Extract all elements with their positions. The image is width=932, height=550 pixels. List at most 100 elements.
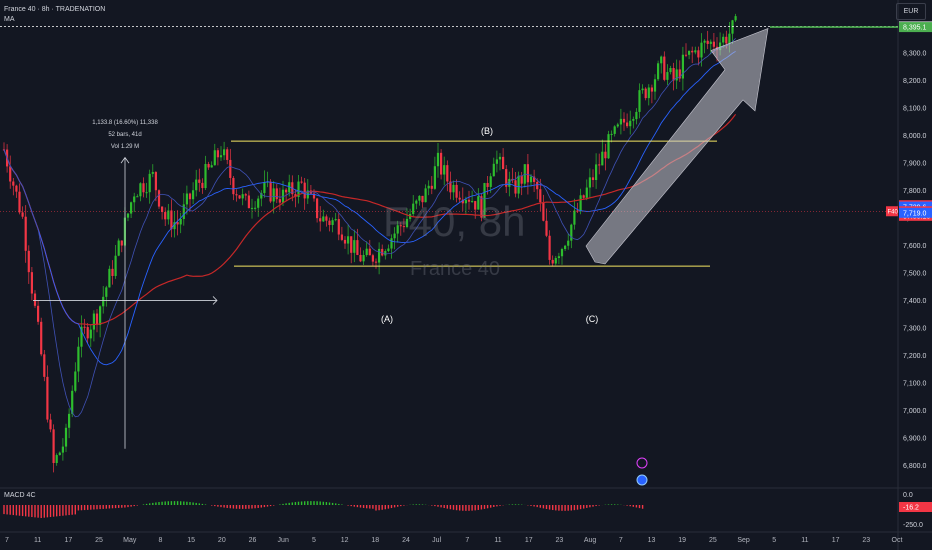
x-tick-label: 17 <box>525 537 533 544</box>
candle <box>201 178 204 194</box>
currency-button[interactable]: EUR <box>896 3 926 20</box>
candle <box>691 46 694 64</box>
candle-body <box>130 202 133 214</box>
candle-body <box>548 235 551 260</box>
candle <box>322 209 325 223</box>
candle-body <box>446 165 449 182</box>
candle-body <box>560 249 564 257</box>
candle <box>551 255 554 267</box>
candle-body <box>139 183 142 197</box>
candle-body <box>629 120 632 127</box>
candle-body <box>573 210 576 225</box>
candle <box>49 413 52 433</box>
candle <box>99 305 102 338</box>
candle-body <box>706 40 709 44</box>
earnings-event-icon <box>636 474 648 486</box>
y-tick-label: 7,200.0 <box>903 353 926 360</box>
candle <box>319 206 322 232</box>
candle <box>182 193 185 226</box>
candle-body <box>300 181 303 183</box>
x-tick-label: 17 <box>64 537 72 544</box>
candle-body <box>554 258 557 264</box>
candle-body <box>517 175 520 194</box>
candle <box>331 217 334 233</box>
candle-body <box>52 429 55 464</box>
candle-body <box>433 166 436 189</box>
candle <box>223 141 226 161</box>
x-tick-label: 7 <box>619 537 623 544</box>
candle <box>663 51 666 82</box>
candle <box>213 143 216 166</box>
candle <box>207 161 210 170</box>
candle <box>195 169 198 197</box>
candle <box>653 74 657 100</box>
candle-body <box>619 118 622 125</box>
candle <box>95 309 99 333</box>
candle <box>43 350 46 382</box>
candle-body <box>529 176 533 183</box>
candle <box>139 182 142 202</box>
candle-body <box>514 180 517 194</box>
candle-body <box>734 16 737 21</box>
candle-body <box>223 149 226 156</box>
candle-body <box>520 175 523 184</box>
x-tick-label: 24 <box>402 537 410 544</box>
candle <box>244 192 247 201</box>
candle-body <box>536 181 539 190</box>
candle <box>179 212 182 234</box>
x-tick-label: 23 <box>556 537 564 544</box>
candle-body <box>247 195 250 209</box>
candle <box>660 55 663 74</box>
candle <box>681 46 684 91</box>
candle-body <box>622 118 626 123</box>
candle <box>161 206 164 220</box>
macd-indicator-label[interactable]: MACD 4C <box>4 492 36 499</box>
candle <box>492 157 495 177</box>
candle-body <box>58 452 61 456</box>
candle-body <box>95 313 99 326</box>
candle <box>378 242 381 275</box>
candle-body <box>371 255 374 262</box>
candle <box>278 187 281 211</box>
candle <box>325 214 328 227</box>
candle <box>672 62 675 91</box>
candle-body <box>102 296 105 307</box>
candle <box>136 194 139 198</box>
macd-tick-label: -16.2 <box>903 505 919 512</box>
candle-body <box>691 50 694 53</box>
chart-legend: France 40 · 8h · TRADENATION MA <box>4 5 105 25</box>
candle-body <box>613 126 616 134</box>
candle <box>192 182 195 205</box>
macd-tick-label: 0.0 <box>903 492 913 499</box>
candle-body <box>322 216 325 222</box>
candle-body <box>319 218 322 222</box>
candle-body <box>582 195 585 198</box>
candle <box>148 169 151 204</box>
candle-body <box>151 172 154 174</box>
y-tick-label: 6,800.0 <box>903 463 926 470</box>
candle-body <box>551 259 554 264</box>
candle-body <box>269 181 272 202</box>
candle-body <box>9 166 12 182</box>
symbol-title[interactable]: France 40 · 8h · TRADENATION <box>4 5 105 15</box>
candle-body <box>68 413 71 428</box>
candle-body <box>486 183 489 187</box>
candle <box>15 184 18 198</box>
candle-body <box>278 199 281 203</box>
candle <box>610 130 613 143</box>
y-tick-label: 7,300.0 <box>903 325 926 332</box>
candle-body <box>316 198 319 219</box>
candle <box>21 206 24 219</box>
candle-body <box>564 245 567 250</box>
candle <box>46 365 49 423</box>
candle-body <box>694 50 697 53</box>
y-tick-label: 7,100.0 <box>903 380 926 387</box>
candle <box>86 323 89 343</box>
candle-body <box>226 149 229 160</box>
candle-body <box>154 172 157 191</box>
wave-label-b: (B) <box>481 126 493 136</box>
candle-body <box>728 33 731 44</box>
candle <box>309 185 312 195</box>
ma-indicator-label[interactable]: MA <box>4 15 105 25</box>
candle-body <box>164 212 167 220</box>
